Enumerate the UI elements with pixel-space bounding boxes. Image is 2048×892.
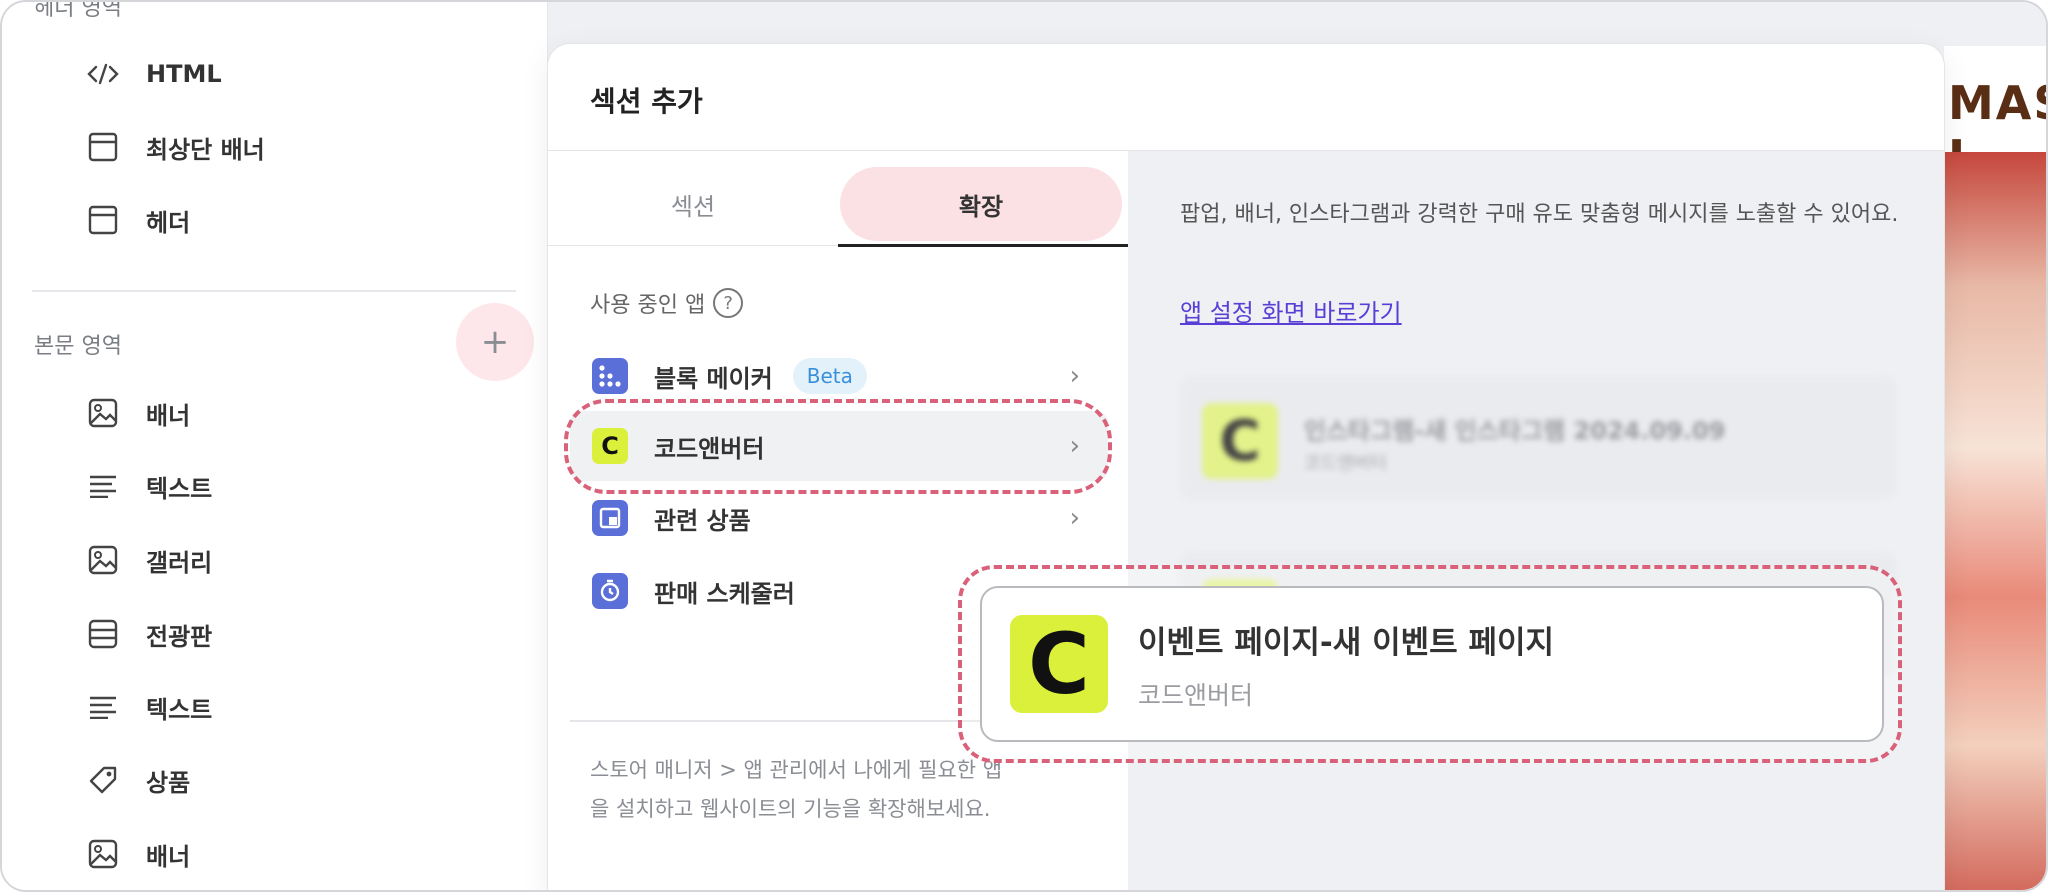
chevron-right-icon: › — [1069, 361, 1080, 391]
codenbutter-icon: C — [1202, 403, 1278, 479]
board-icon — [86, 617, 120, 651]
card-title: 인스타그램-새 인스타그램 2024.09.09 — [1304, 417, 1726, 445]
sidebar-item-header[interactable]: 헤더 — [86, 200, 190, 240]
app-name: 블록 메이커 — [654, 364, 773, 393]
image-icon — [86, 837, 120, 871]
layout-icon — [86, 203, 120, 237]
sidebar-item-text[interactable]: 텍스트 — [86, 466, 212, 506]
app-name: 판매 스케줄러 — [654, 579, 795, 608]
block-maker-icon — [592, 358, 628, 394]
app-settings-link[interactable]: 앱 설정 화면 바로가기 — [1180, 293, 1402, 328]
body-section-label: 본문 영역 — [34, 334, 122, 359]
related-products-icon — [592, 500, 628, 536]
sidebar-item-text-2[interactable]: 텍스트 — [86, 687, 212, 727]
help-icon[interactable]: ? — [713, 288, 744, 318]
sidebar-divider — [32, 290, 516, 292]
app-name: 관련 상품 — [654, 506, 751, 535]
sidebar-item-top-banner[interactable]: 최상단 배너 — [86, 127, 265, 167]
tab-section[interactable]: 섹션 — [548, 167, 838, 241]
event-page-card[interactable]: C 이벤트 페이지-새 이벤트 페이지 코드앤버터 — [980, 586, 1884, 742]
section-sidebar: 헤더 영역 + HTML 최상단 배너 헤더 본문 영역 + 배너 텍스트 갤러… — [2, 0, 548, 890]
sidebar-item-billboard[interactable]: 전광판 — [86, 614, 212, 654]
modal-left-panel: 섹션 확장 사용 중인 앱 ? 블록 메이커 Beta › C 코드앤버터 › … — [548, 151, 1128, 890]
event-page-card-text: 이벤트 페이지-새 이벤트 페이지 코드앤버터 — [1138, 617, 1554, 712]
app-window: MAS I 헤더 영역 + HTML 최상단 배너 헤더 본문 영역 + 배너 … — [0, 0, 2048, 892]
modal-right-panel: 팝업, 배너, 인스타그램과 강력한 구매 유도 맞춤형 메시지를 노출할 수 … — [1128, 151, 1944, 890]
text-icon — [86, 469, 120, 503]
image-icon — [86, 396, 120, 430]
tab-extension[interactable]: 확장 — [840, 167, 1122, 241]
sidebar-item-gallery[interactable]: 갤러리 — [86, 540, 212, 580]
blurred-app-card[interactable]: C 인스타그램-새 인스타그램 2024.09.09 코드앤버터 — [1180, 377, 1896, 499]
chevron-right-icon: › — [1069, 503, 1080, 533]
add-body-section-button[interactable]: + — [456, 303, 534, 381]
preview-promo-image — [1944, 152, 2046, 890]
app-description: 팝업, 배너, 인스타그램과 강력한 구매 유도 맞춤형 메시지를 노출할 수 … — [1180, 202, 1899, 227]
tag-icon — [86, 763, 120, 797]
image-icon — [86, 543, 120, 577]
preview-banner-text: MAS I — [1948, 76, 2046, 152]
modal-title: 섹션 추가 — [590, 85, 703, 118]
beta-badge: Beta — [792, 358, 867, 394]
scheduler-icon — [592, 573, 628, 609]
add-header-section-button[interactable]: + — [456, 2, 534, 30]
codenbutter-icon: C — [1010, 615, 1108, 713]
preview-banner-header: MAS I — [1944, 46, 2046, 152]
active-tab-indicator — [838, 244, 1128, 247]
app-management-hint: 스토어 매니저 > 앱 관리에서 나에게 필요한 앱을 설치하고 웹사이트의 기… — [590, 758, 1003, 821]
event-page-card-title: 이벤트 페이지-새 이벤트 페이지 — [1138, 624, 1555, 661]
layout-icon — [86, 130, 120, 164]
code-icon — [86, 57, 120, 91]
card-subtitle: 코드앤버터 — [1304, 453, 1387, 474]
sidebar-item-banner-2[interactable]: 배너 — [86, 834, 190, 874]
sidebar-item-html[interactable]: HTML — [86, 54, 222, 94]
codenbutter-highlight — [564, 399, 1112, 494]
used-apps-label: 사용 중인 앱 ? — [590, 287, 744, 319]
event-page-card-subtitle: 코드앤버터 — [1138, 680, 1254, 710]
header-section-label: 헤더 영역 — [34, 0, 122, 21]
sidebar-item-product[interactable]: 상품 — [86, 760, 190, 800]
text-icon — [86, 690, 120, 724]
sidebar-item-banner[interactable]: 배너 — [86, 393, 190, 433]
